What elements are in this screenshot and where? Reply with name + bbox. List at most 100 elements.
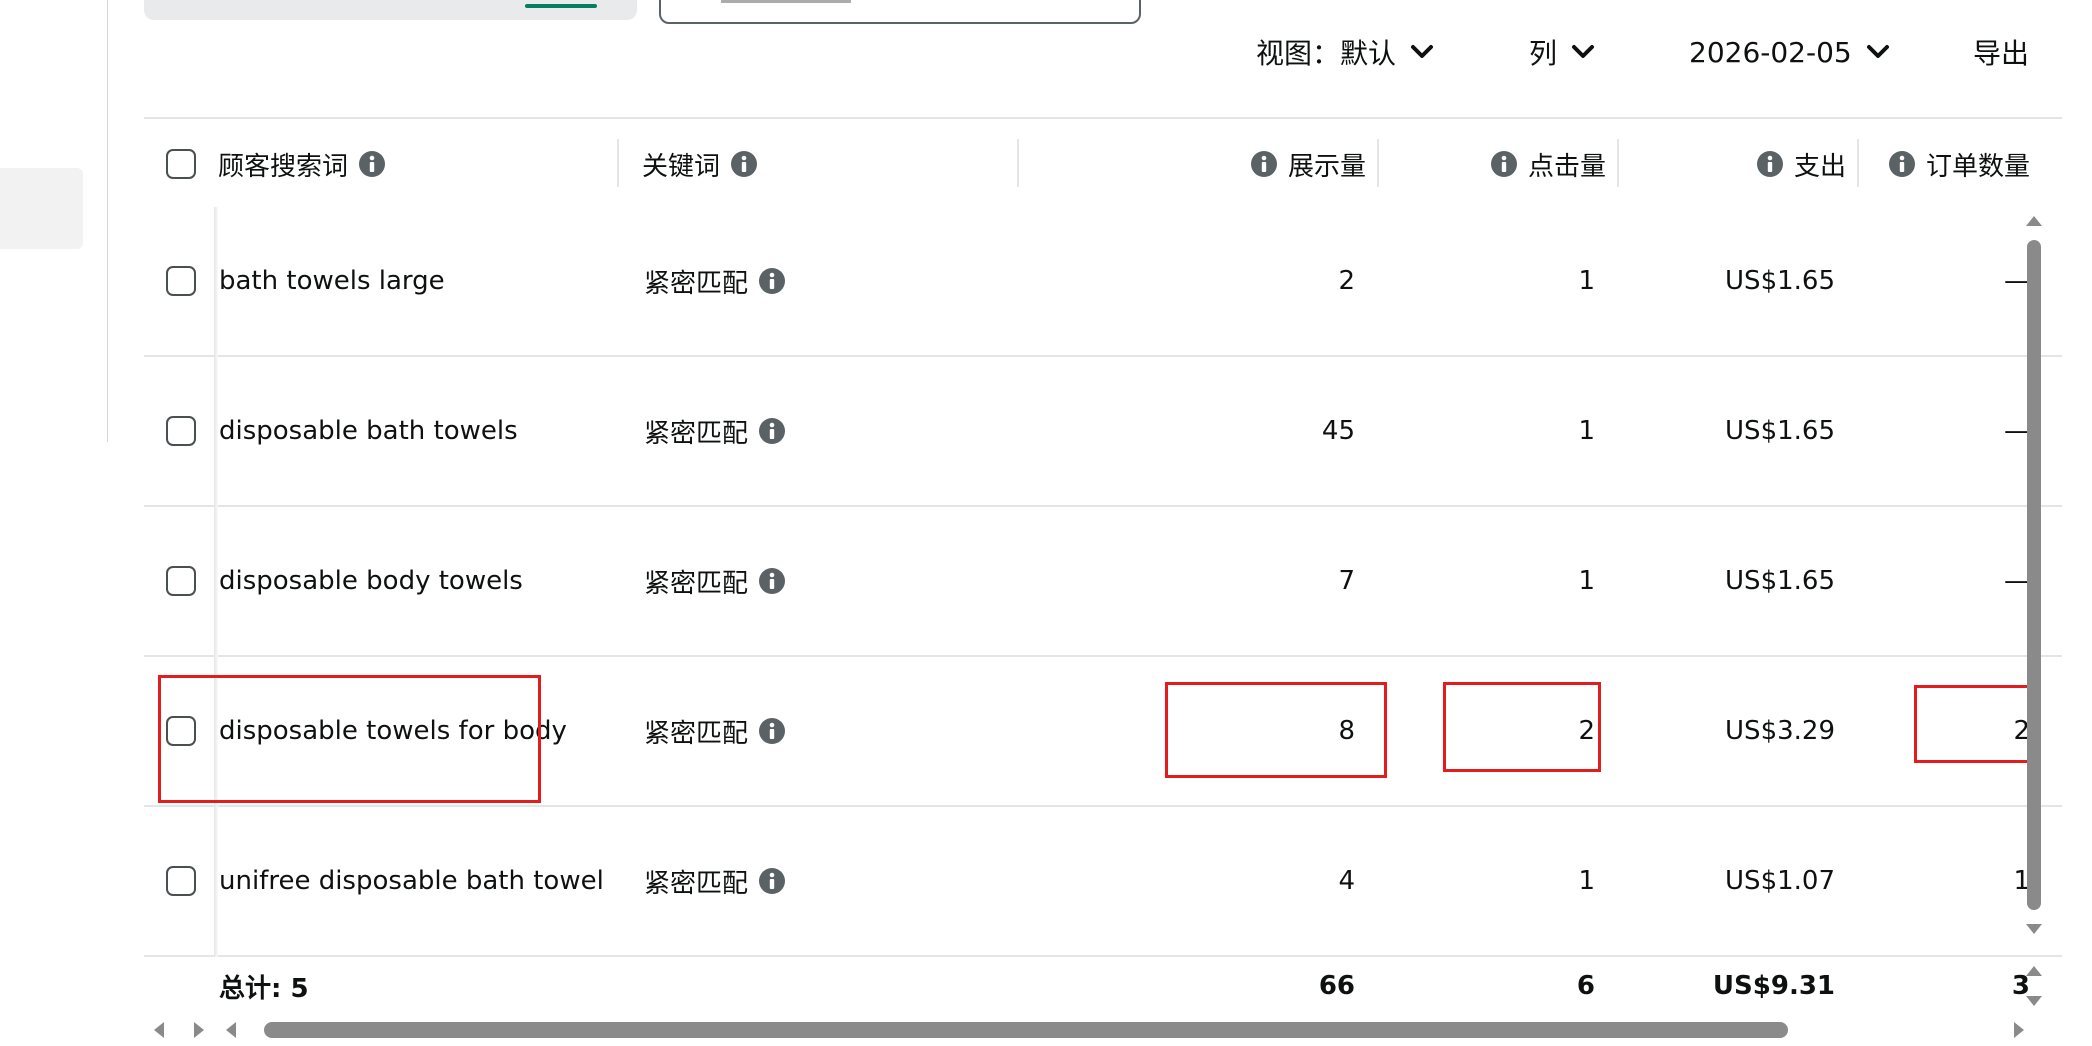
info-icon[interactable] xyxy=(1888,150,1916,178)
info-icon[interactable] xyxy=(730,150,758,178)
orders-cell: 1 xyxy=(2013,866,2030,896)
impressions-cell: 7 xyxy=(1338,566,1355,596)
scroll-left-icon[interactable] xyxy=(154,1022,164,1038)
select-all-checkbox[interactable] xyxy=(166,149,196,179)
chevron-down-icon xyxy=(1569,38,1597,66)
table-row: disposable bath towels 紧密匹配 45 1 US$1.65… xyxy=(144,357,2062,507)
scroll-down-icon[interactable] xyxy=(2026,996,2042,1006)
spend-cell: US$1.65 xyxy=(1725,266,1835,296)
row-checkbox[interactable] xyxy=(166,416,196,446)
total-orders: 3 xyxy=(2011,971,2030,1001)
row-checkbox[interactable] xyxy=(166,266,196,296)
total-clicks: 6 xyxy=(1576,971,1595,1001)
header-impressions[interactable]: 展示量 xyxy=(1024,119,1366,209)
totals-row: 总计: 5 66 6 US$9.31 3 xyxy=(144,957,2062,1015)
header-orders[interactable]: 订单数量 xyxy=(1864,119,2030,209)
header-clicks[interactable]: 点击量 xyxy=(1384,119,1606,209)
match-type-cell: 紧密匹配 xyxy=(644,807,1044,955)
info-icon[interactable] xyxy=(758,417,786,445)
impressions-cell: 8 xyxy=(1338,716,1355,746)
impressions-cell: 4 xyxy=(1338,866,1355,896)
row-select-cell xyxy=(166,657,206,805)
scroll-up-icon[interactable] xyxy=(2026,216,2042,226)
search-term-cell: bath towels large xyxy=(219,266,445,296)
table-row: bath towels large 紧密匹配 2 1 US$1.65 — xyxy=(144,207,2062,357)
info-icon[interactable] xyxy=(358,150,386,178)
row-select-cell xyxy=(166,207,206,355)
impressions-cell: 45 xyxy=(1321,416,1355,446)
header-spend[interactable]: 支出 xyxy=(1624,119,1846,209)
columns-dropdown[interactable]: 列 xyxy=(1529,30,1597,74)
orders-cell: — xyxy=(2004,416,2030,446)
search-input[interactable] xyxy=(659,0,1141,24)
search-term-cell: disposable towels for body xyxy=(219,716,567,746)
table-header: 顾客搜索词 关键词 展示量 点击量 支出 订单数量 xyxy=(144,117,2062,211)
view-label: 视图：默认 xyxy=(1256,37,1397,70)
spend-cell: US$3.29 xyxy=(1725,716,1835,746)
table-row: unifree disposable bath towel 紧密匹配 4 1 U… xyxy=(144,807,2062,957)
spend-cell: US$1.65 xyxy=(1725,416,1835,446)
view-dropdown[interactable]: 视图：默认 xyxy=(1256,30,1436,74)
orders-cell: 2 xyxy=(2013,716,2030,746)
orders-cell: — xyxy=(2004,566,2030,596)
row-checkbox[interactable] xyxy=(166,566,196,596)
horizontal-scrollbar[interactable] xyxy=(222,1015,2030,1043)
clicks-cell: 1 xyxy=(1578,566,1595,596)
match-type-cell: 紧密匹配 xyxy=(644,207,1044,355)
row-select-cell xyxy=(166,507,206,655)
info-icon[interactable] xyxy=(1490,150,1518,178)
nav-item-selected[interactable] xyxy=(0,168,83,249)
left-panel-divider xyxy=(107,0,108,442)
match-type-cell: 紧密匹配 xyxy=(644,507,1044,655)
select-all-cell xyxy=(166,119,206,209)
match-type-cell: 紧密匹配 xyxy=(644,357,1044,505)
top-button[interactable] xyxy=(144,0,637,20)
info-icon[interactable] xyxy=(758,267,786,295)
match-type-cell: 紧密匹配 xyxy=(644,657,1044,805)
export-button[interactable]: 导出 xyxy=(1973,30,2029,74)
spend-cell: US$1.07 xyxy=(1725,866,1835,896)
search-term-cell: disposable bath towels xyxy=(219,416,518,446)
totals-scrollbar[interactable] xyxy=(2022,962,2046,1010)
date-dropdown[interactable]: 2026-02-05 xyxy=(1689,30,1892,74)
search-term-cell: disposable body towels xyxy=(219,566,523,596)
header-keyword[interactable]: 关键词 xyxy=(642,119,1042,209)
totals-label: 总计: 5 xyxy=(219,973,309,1004)
chevron-down-icon xyxy=(1864,38,1892,66)
clicks-cell: 1 xyxy=(1578,266,1595,296)
export-label: 导出 xyxy=(1973,37,2030,70)
info-icon[interactable] xyxy=(758,867,786,895)
orders-cell: — xyxy=(2004,266,2030,296)
scroll-right-icon[interactable] xyxy=(2014,1022,2024,1038)
scroll-up-icon[interactable] xyxy=(2026,966,2042,976)
horizontal-scroll-thumb[interactable] xyxy=(264,1022,1788,1038)
search-term-cell: unifree disposable bath towel xyxy=(219,866,604,896)
table-row: disposable body towels 紧密匹配 7 1 US$1.65 … xyxy=(144,507,2062,657)
top-button-accent xyxy=(525,4,597,8)
row-checkbox[interactable] xyxy=(166,866,196,896)
scroll-left-icon[interactable] xyxy=(226,1022,236,1038)
impressions-cell: 2 xyxy=(1338,266,1355,296)
clicks-cell: 1 xyxy=(1578,416,1595,446)
clicks-cell: 2 xyxy=(1578,716,1595,746)
header-search-term[interactable]: 顾客搜索词 xyxy=(218,119,618,209)
scroll-right-icon[interactable] xyxy=(194,1022,204,1038)
spend-cell: US$1.65 xyxy=(1725,566,1835,596)
columns-label: 列 xyxy=(1529,37,1558,70)
info-icon[interactable] xyxy=(758,567,786,595)
info-icon[interactable] xyxy=(1756,150,1784,178)
date-label: 2026-02-05 xyxy=(1689,35,1852,69)
info-icon[interactable] xyxy=(1250,150,1278,178)
info-icon[interactable] xyxy=(758,717,786,745)
row-checkbox[interactable] xyxy=(166,716,196,746)
scroll-down-icon[interactable] xyxy=(2026,924,2042,934)
row-select-cell xyxy=(166,357,206,505)
total-impressions: 66 xyxy=(1318,971,1355,1001)
vertical-scrollbar[interactable] xyxy=(2022,210,2046,940)
clicks-cell: 1 xyxy=(1578,866,1595,896)
total-spend: US$9.31 xyxy=(1712,971,1835,1001)
vertical-scroll-thumb[interactable] xyxy=(2027,240,2041,910)
sticky-column-shadow xyxy=(214,207,218,957)
row-select-cell xyxy=(166,807,206,955)
chevron-down-icon xyxy=(1408,38,1436,66)
